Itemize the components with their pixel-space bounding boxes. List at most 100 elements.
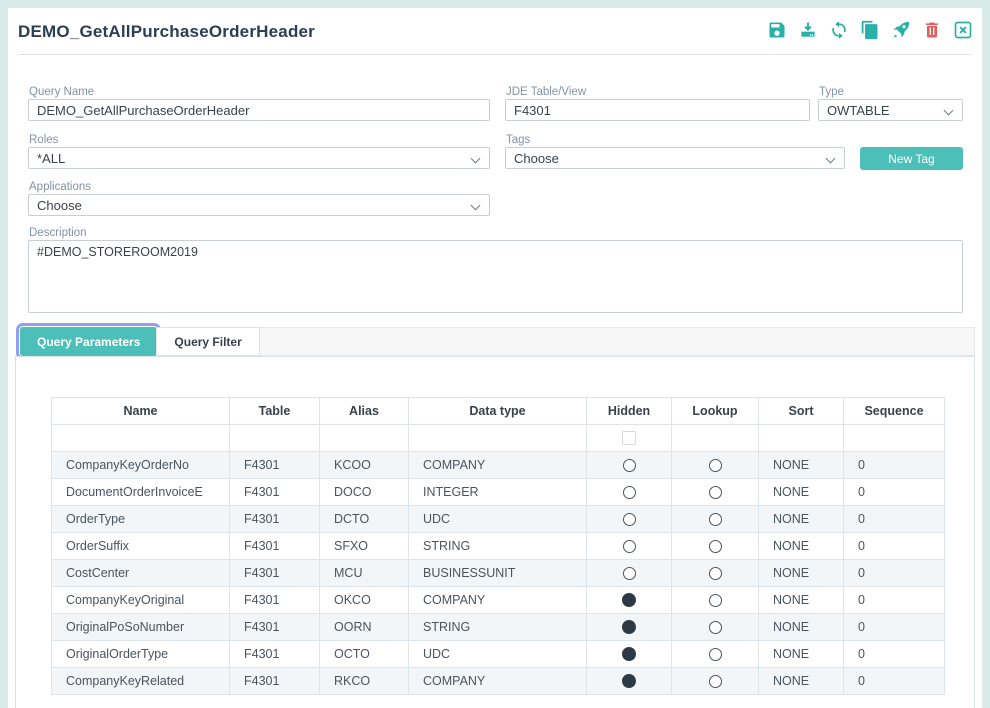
parameter-row[interactable]: OrderSuffixF4301SFXOSTRINGNONE0: [52, 533, 945, 560]
cell-alias: DCTO: [320, 506, 409, 533]
filter-cell-table: [230, 425, 320, 452]
hidden-filter-checkbox[interactable]: [622, 431, 636, 445]
parameter-row[interactable]: DocumentOrderInvoiceEF4301DOCOINTEGERNON…: [52, 479, 945, 506]
parameter-row[interactable]: OriginalOrderTypeF4301OCTOUDCNONE0: [52, 641, 945, 668]
download-button[interactable]: [797, 19, 819, 41]
refresh-button[interactable]: [828, 19, 850, 41]
cell-sequence: 0: [844, 641, 945, 668]
cell-sequence: 0: [844, 668, 945, 695]
parameter-row[interactable]: CompanyKeyOriginalF4301OKCOCOMPANYNONE0: [52, 587, 945, 614]
jde-table-input[interactable]: [505, 99, 810, 121]
cell-name: CompanyKeyOrderNo: [52, 452, 230, 479]
cell-sort: NONE: [759, 452, 844, 479]
cell-lookup: [672, 506, 759, 533]
lookup-radio[interactable]: [709, 594, 722, 607]
applications-label: Applications: [29, 181, 91, 193]
lookup-radio[interactable]: [709, 513, 722, 526]
filter-cell-name: [52, 425, 230, 452]
hidden-radio[interactable]: [623, 513, 636, 526]
lookup-radio[interactable]: [709, 675, 722, 688]
cell-sequence: 0: [844, 587, 945, 614]
close-button[interactable]: [952, 19, 974, 41]
hidden-radio[interactable]: [622, 674, 636, 688]
cell-table: F4301: [230, 533, 320, 560]
hidden-radio[interactable]: [623, 459, 636, 472]
chevron-down-icon: [944, 106, 954, 116]
cell-name: DocumentOrderInvoiceE: [52, 479, 230, 506]
hidden-radio[interactable]: [622, 647, 636, 661]
cell-name: OriginalOrderType: [52, 641, 230, 668]
hidden-radio[interactable]: [623, 486, 636, 499]
description-textarea[interactable]: [28, 240, 963, 313]
chevron-down-icon: [471, 154, 481, 164]
cell-lookup: [672, 560, 759, 587]
page-title: DEMO_GetAllPurchaseOrderHeader: [18, 22, 315, 42]
column-header-sequence: Sequence: [844, 398, 945, 425]
tab-bar: Query Parameters Query Filter: [20, 327, 975, 356]
parameter-row[interactable]: OrderTypeF4301DCTOUDCNONE0: [52, 506, 945, 533]
parameter-row[interactable]: CompanyKeyOrderNoF4301KCOOCOMPANYNONE0: [52, 452, 945, 479]
copy-button[interactable]: [859, 19, 881, 41]
cell-hidden: [587, 587, 672, 614]
trash-icon: [922, 20, 942, 40]
lookup-radio[interactable]: [709, 486, 722, 499]
hidden-radio[interactable]: [622, 593, 636, 607]
cell-lookup: [672, 533, 759, 560]
cell-hidden: [587, 641, 672, 668]
cell-sort: NONE: [759, 614, 844, 641]
cell-data-type: UDC: [409, 641, 587, 668]
cell-alias: OCTO: [320, 641, 409, 668]
cell-sequence: 0: [844, 560, 945, 587]
tab-query-filter[interactable]: Query Filter: [156, 327, 259, 356]
header-divider: [18, 54, 972, 55]
cell-hidden: [587, 560, 672, 587]
query-name-input[interactable]: [28, 99, 490, 121]
lookup-radio[interactable]: [709, 567, 722, 580]
tags-select[interactable]: Choose: [505, 147, 845, 169]
cell-hidden: [587, 479, 672, 506]
query-name-label: Query Name: [29, 86, 94, 98]
lookup-radio[interactable]: [709, 648, 722, 661]
cell-table: F4301: [230, 641, 320, 668]
cell-alias: RKCO: [320, 668, 409, 695]
tab-query-parameters[interactable]: Query Parameters: [20, 327, 157, 356]
cell-alias: SFXO: [320, 533, 409, 560]
lookup-radio[interactable]: [709, 621, 722, 634]
header: DEMO_GetAllPurchaseOrderHeader: [8, 8, 982, 55]
hidden-radio[interactable]: [623, 567, 636, 580]
roles-select[interactable]: *ALL: [28, 147, 490, 169]
column-header-hidden: Hidden: [587, 398, 672, 425]
cell-lookup: [672, 479, 759, 506]
description-label: Description: [29, 227, 87, 239]
cell-sort: NONE: [759, 506, 844, 533]
jde-table-label: JDE Table/View: [506, 86, 586, 98]
save-button[interactable]: [766, 19, 788, 41]
lookup-radio[interactable]: [709, 540, 722, 553]
run-button[interactable]: [890, 19, 912, 41]
parameter-row[interactable]: OriginalPoSoNumberF4301OORNSTRINGNONE0: [52, 614, 945, 641]
cell-alias: KCOO: [320, 452, 409, 479]
parameter-row[interactable]: CompanyKeyRelatedF4301RKCOCOMPANYNONE0: [52, 668, 945, 695]
cell-hidden: [587, 452, 672, 479]
parameter-row[interactable]: CostCenterF4301MCUBUSINESSUNITNONE0: [52, 560, 945, 587]
type-select[interactable]: OWTABLE: [818, 99, 963, 121]
lookup-radio[interactable]: [709, 459, 722, 472]
hidden-radio[interactable]: [622, 620, 636, 634]
applications-select[interactable]: Choose: [28, 194, 490, 216]
download-icon: [798, 20, 818, 40]
hidden-radio[interactable]: [623, 540, 636, 553]
cell-alias: DOCO: [320, 479, 409, 506]
delete-button[interactable]: [921, 19, 943, 41]
cell-sort: NONE: [759, 533, 844, 560]
cell-hidden: [587, 506, 672, 533]
new-tag-button[interactable]: New Tag: [860, 147, 963, 170]
query-parameters-panel: NameTableAliasData typeHiddenLookupSortS…: [15, 356, 975, 708]
column-header-sort: Sort: [759, 398, 844, 425]
column-header-name: Name: [52, 398, 230, 425]
cell-sequence: 0: [844, 506, 945, 533]
chevron-down-icon: [826, 154, 836, 164]
copy-icon: [860, 20, 880, 40]
cell-data-type: UDC: [409, 506, 587, 533]
cell-table: F4301: [230, 560, 320, 587]
cell-alias: MCU: [320, 560, 409, 587]
